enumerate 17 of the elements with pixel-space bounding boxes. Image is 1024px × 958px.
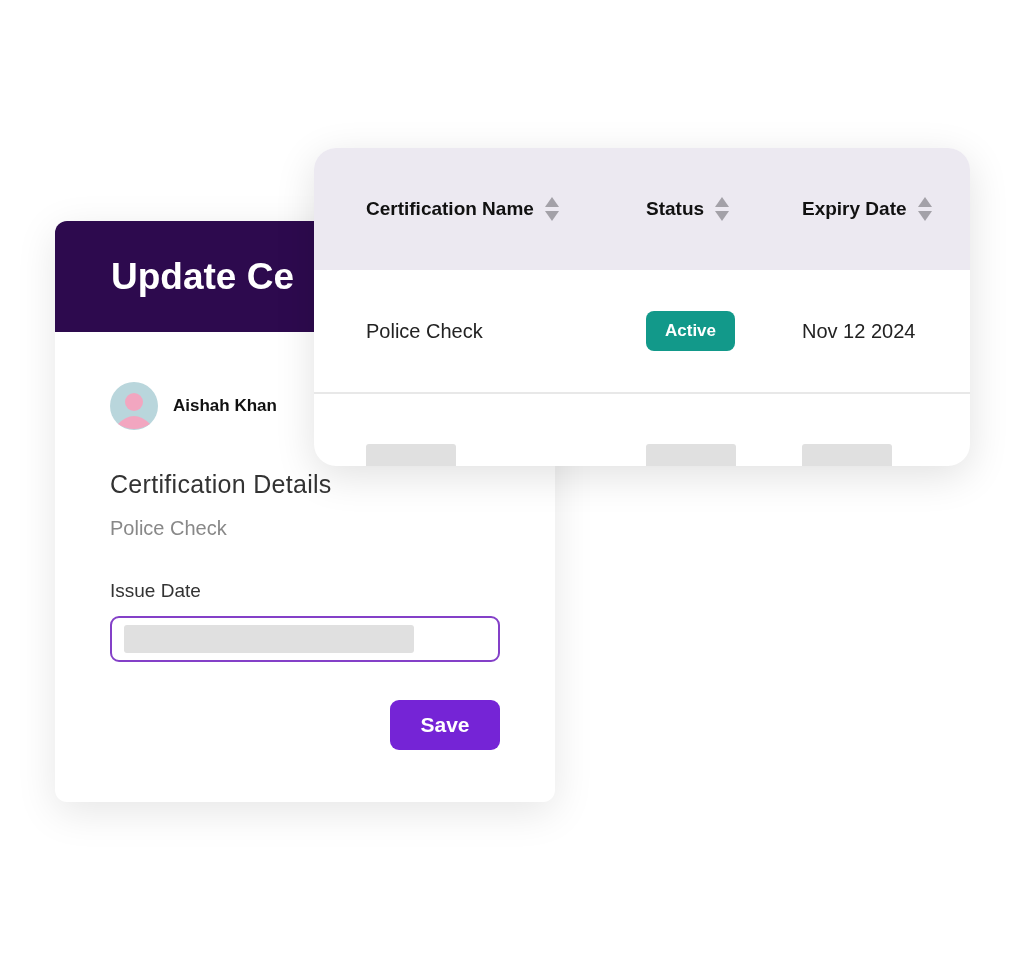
column-header[interactable]: Status — [646, 198, 705, 220]
sort-icon[interactable] — [714, 196, 731, 222]
section-title: Certification Details — [110, 470, 333, 499]
status-badge: Active — [646, 311, 736, 351]
column-header[interactable]: Certification Name — [366, 198, 534, 220]
table-cell: Nov 12 2024 — [802, 319, 916, 343]
field-label: Issue Date — [110, 580, 202, 602]
sort-icon[interactable] — [543, 196, 560, 222]
certification-name: Police Check — [110, 517, 228, 540]
sort-icon[interactable] — [916, 196, 933, 222]
user-name: Aishah Khan — [173, 396, 277, 416]
card-title: Update Ce — [111, 255, 294, 298]
save-button[interactable]: Save — [390, 700, 500, 750]
table-cell: Police Check — [366, 319, 483, 343]
input-field[interactable] — [110, 616, 500, 662]
column-header[interactable]: Expiry Date — [802, 198, 907, 220]
avatar-icon — [110, 382, 158, 430]
